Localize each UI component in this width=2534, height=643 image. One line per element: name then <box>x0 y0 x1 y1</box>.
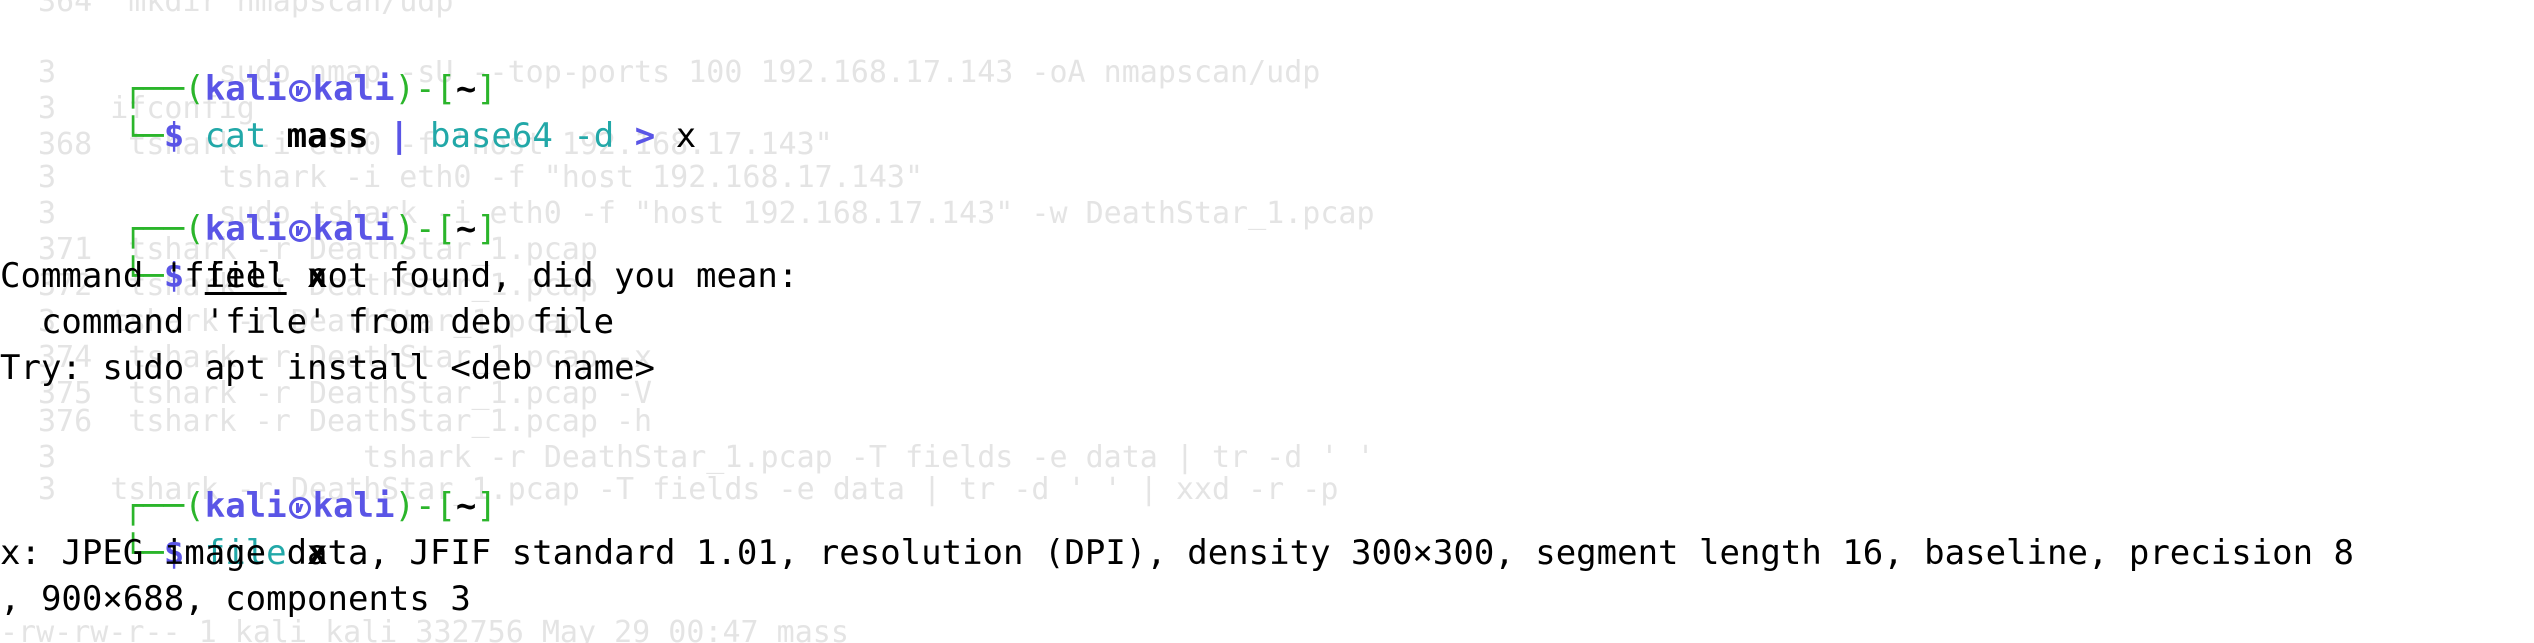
prompt-directory: ~ <box>455 209 477 249</box>
prompt-line-top: ┌──(kali kali)-[~] <box>0 20 497 109</box>
pipe-command: base64 <box>430 116 553 156</box>
command-line[interactable]: └─$ fiel x <box>0 207 328 296</box>
terminal-window[interactable]: 364 mkdir nmapscan/udp 3 sudo nmap -sU -… <box>0 0 2534 643</box>
command-name: cat <box>204 116 267 156</box>
prompt-box-mid: )-[ <box>394 209 456 249</box>
redirect-operator: > <box>634 116 656 156</box>
command-line[interactable]: └─$ file x <box>0 484 328 573</box>
prompt-box-end: ] <box>476 209 497 249</box>
output-line: command 'file' from deb file <box>0 302 615 342</box>
prompt-symbol: $ <box>163 116 185 156</box>
command-line[interactable]: └─$ cat mass | base64 -d > x <box>0 67 696 156</box>
prompt-line-top: ┌──(kali kali)-[~] <box>0 160 497 249</box>
prompt-box-bottom: └─ <box>122 116 164 156</box>
terminal-output: ┌──(kali kali)-[~] └─$ cat mass | base64 … <box>0 0 2534 643</box>
pipe-operator: | <box>389 116 410 156</box>
prompt-box-mid: )-[ <box>394 486 456 526</box>
output-line: , 900×688, components 3 <box>0 579 471 619</box>
command-arg: mass <box>286 116 369 156</box>
output-line: x: JPEG image data, JFIF standard 1.01, … <box>0 533 2355 573</box>
output-line: Command 'fiel' not found, did you mean: <box>0 256 799 296</box>
prompt-directory: ~ <box>455 486 477 526</box>
prompt-line-top: ┌──(kali kali)-[~] <box>0 437 497 526</box>
redirect-target: x <box>675 116 697 156</box>
output-line: Try: sudo apt install <deb name> <box>0 348 656 388</box>
prompt-box-end: ] <box>476 486 497 526</box>
pipe-flag: -d <box>573 116 615 156</box>
